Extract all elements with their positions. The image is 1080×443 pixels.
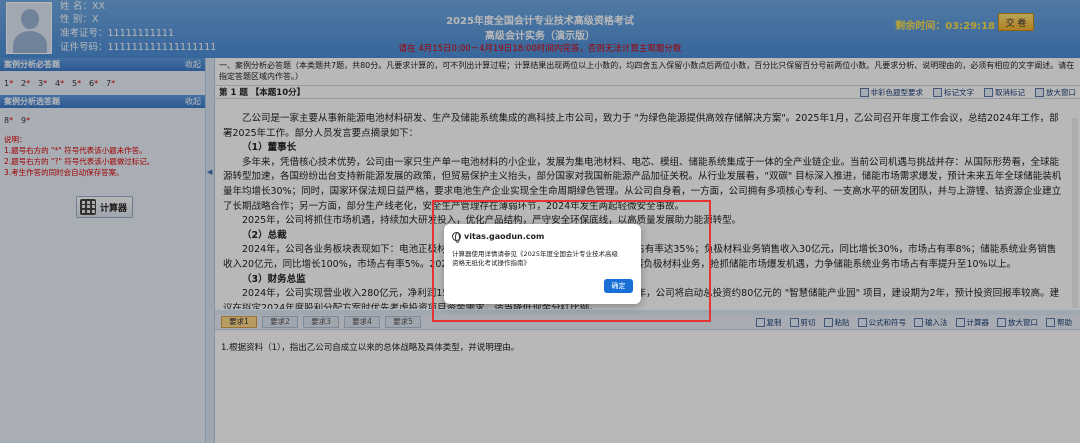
dialog-title: vitas.gaodun.com <box>452 232 544 243</box>
dialog-message: 计算器使用详情请参见《2025年度全国会计专业技术高级资格无纸化考试操作指南》 <box>452 250 619 267</box>
dialog-ok-button[interactable]: 确定 <box>604 279 633 293</box>
globe-icon <box>452 232 461 243</box>
browser-alert-dialog: vitas.gaodun.com 计算器使用详情请参见《2025年度全国会计专业… <box>444 224 641 304</box>
